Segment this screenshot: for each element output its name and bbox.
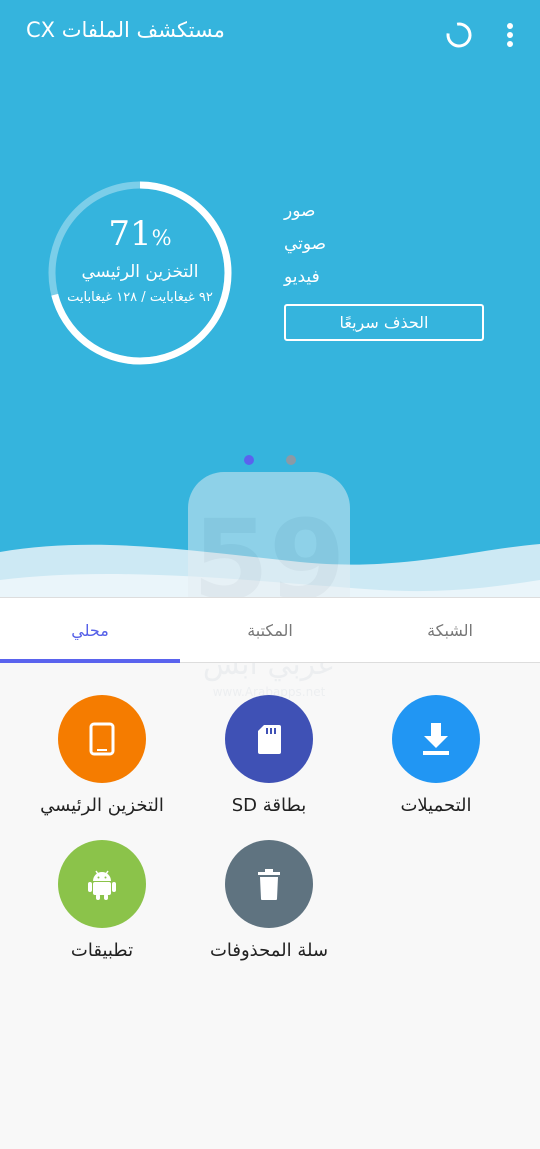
grid-item-main-storage[interactable]: التخزين الرئيسي	[17, 695, 187, 816]
category-images[interactable]: صور	[284, 201, 315, 221]
tab-indicator	[0, 659, 180, 663]
grid-item-apps[interactable]: تطبيقات	[17, 840, 187, 961]
grid-label-apps: تطبيقات	[70, 940, 134, 961]
storage-label: التخزين الرئيسي	[81, 262, 199, 282]
category-audio[interactable]: صوتي	[284, 234, 326, 254]
grid-item-trash[interactable]: سلة المحذوفات	[184, 840, 354, 961]
app-title: مستكشف الملفات CX	[26, 18, 225, 42]
quick-clean-button[interactable]: الحذف سريعًا	[284, 304, 484, 341]
downloads-circle	[392, 695, 480, 783]
category-video[interactable]: فيديو	[284, 267, 320, 287]
grid-label-downloads: التحميلات	[400, 795, 472, 816]
tab-local[interactable]: محلي	[0, 598, 180, 662]
refresh-icon[interactable]	[444, 20, 474, 50]
watermark-logo: 59 عربي ابس www.Arabapps.net	[188, 472, 350, 699]
apps-circle	[58, 840, 146, 928]
storage-percent: 71%	[108, 214, 172, 254]
sd-card-icon	[258, 725, 281, 754]
trash-circle	[225, 840, 313, 928]
tab-library[interactable]: المكتبة	[180, 598, 360, 662]
tab-bar: الشبكة المكتبة محلي	[0, 597, 540, 663]
trash-icon	[258, 869, 280, 900]
grid-label-sd-card: بطاقة SD	[231, 795, 307, 816]
main-storage-circle	[58, 695, 146, 783]
grid-item-sd-card[interactable]: بطاقة SD	[184, 695, 354, 816]
pager-dot-active[interactable]	[244, 455, 254, 465]
storage-usage: ٩٢ غيغابايت / ١٢٨ غيغابايت	[67, 290, 213, 305]
sd-card-circle	[225, 695, 313, 783]
more-options-icon[interactable]	[498, 20, 522, 50]
android-icon	[88, 870, 116, 900]
grid-label-main-storage: التخزين الرئيسي	[40, 795, 164, 816]
grid-item-downloads[interactable]: التحميلات	[351, 695, 521, 816]
download-icon	[423, 723, 449, 755]
grid-label-trash: سلة المحذوفات	[209, 940, 329, 961]
pager-dot[interactable]	[286, 455, 296, 465]
tab-network[interactable]: الشبكة	[360, 598, 540, 662]
tablet-icon	[89, 722, 115, 756]
